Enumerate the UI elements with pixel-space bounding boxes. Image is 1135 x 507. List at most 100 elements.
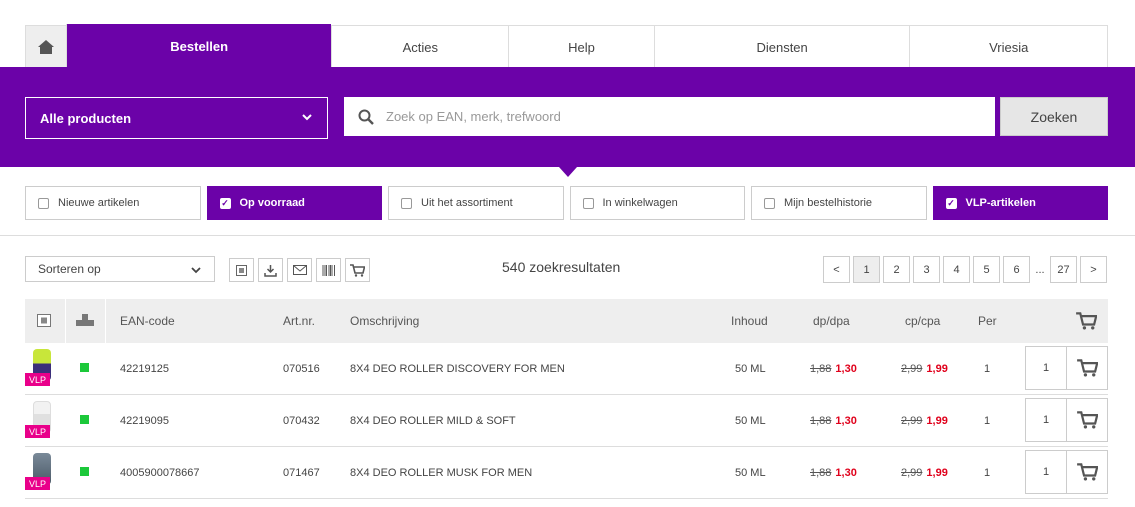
stock-indicator [80,363,89,372]
tab-acties[interactable]: Acties [331,26,509,68]
email-button[interactable] [287,258,312,282]
download-icon [264,264,277,277]
per-value: 1 [984,415,991,427]
checkbox-checked[interactable]: ✓ [219,197,231,209]
home-icon [37,40,54,54]
barcode-icon [322,264,335,276]
cp-price: 2,99 1,99 [901,363,948,375]
vlp-badge: VLP [25,373,50,386]
col-per[interactable]: Per [978,314,997,328]
checkbox[interactable] [38,197,49,209]
sort-select[interactable]: Sorteren op [25,256,215,282]
add-to-cart-button[interactable] [1066,346,1108,390]
image-toggle-button[interactable] [229,258,254,282]
table-row: VLP 42219125 070516 8X4 DEO ROLLER DISCO… [25,343,1108,395]
search-input[interactable] [386,109,966,124]
page-6[interactable]: 6 [1003,256,1030,283]
tab-help[interactable]: Help [508,26,654,68]
checkbox[interactable] [764,197,775,209]
dp-old-price: 1,88 [810,363,832,375]
page-5[interactable]: 5 [973,256,1000,283]
chevron-down-icon [191,267,201,274]
filter-label: VLP-artikelen [965,197,1036,209]
col-dp[interactable]: dp/dpa [813,314,850,328]
cart-icon [1076,359,1098,377]
filter-nieuwe-artikelen[interactable]: Nieuwe artikelen [25,186,201,220]
col-ean[interactable]: EAN-code [120,314,175,328]
ean-value: 42219095 [120,415,169,427]
col-omschrijving[interactable]: Omschrijving [350,314,419,328]
filter-vlp-artikelen[interactable]: ✓ VLP-artikelen [932,186,1108,220]
cp-old-price: 2,99 [901,467,923,479]
search-icon [358,109,374,125]
cp-new-price: 1,99 [926,415,948,427]
stock-indicator [80,415,89,424]
cart-icon [1076,463,1098,481]
per-value: 1 [984,467,991,479]
col-inhoud[interactable]: Inhoud [731,314,768,328]
filter-in-winkelwagen[interactable]: In winkelwagen [569,186,745,220]
main-nav-tabs: Bestellen Acties Help Diensten Vriesia [25,24,1108,68]
prev-page-button[interactable]: < [823,256,850,283]
quantity-input[interactable]: 1 [1025,398,1067,442]
cp-price: 2,99 1,99 [901,415,948,427]
page-last[interactable]: 27 [1050,256,1077,283]
next-page-button[interactable]: > [1080,256,1107,283]
results-count: 540 zoekresultaten [502,259,621,275]
product-description[interactable]: 8X4 DEO ROLLER MUSK FOR MEN [350,467,532,479]
cp-price: 2,99 1,99 [901,467,948,479]
artnr-value: 071467 [283,467,320,479]
tab-bestellen[interactable]: Bestellen [65,24,332,68]
page-4[interactable]: 4 [943,256,970,283]
section-divider [0,235,1135,236]
tab-diensten[interactable]: Diensten [653,26,910,68]
quantity-input[interactable]: 1 [1025,450,1067,494]
filter-label: Mijn bestelhistorie [784,197,873,209]
product-description[interactable]: 8X4 DEO ROLLER MILD & SOFT [350,415,516,427]
col-cp[interactable]: cp/cpa [905,314,940,328]
inhoud-value: 50 ML [735,415,766,427]
inhoud-value: 50 ML [735,467,766,479]
tab-vriesia[interactable]: Vriesia [909,26,1108,68]
dp-new-price: 1,30 [835,415,857,427]
filter-uit-assortiment[interactable]: Uit het assortiment [388,186,564,220]
stock-column-icon [76,314,94,326]
vlp-badge: VLP [25,477,50,490]
cp-old-price: 2,99 [901,363,923,375]
cart-icon [1076,411,1098,429]
image-icon [236,264,247,276]
inhoud-value: 50 ML [735,363,766,375]
barcode-button[interactable] [316,258,341,282]
ean-value: 4005900078667 [120,467,200,479]
chevron-down-icon [302,114,312,121]
filter-op-voorraad[interactable]: ✓ Op voorraad [206,186,382,220]
column-separator [65,299,66,343]
checkbox[interactable] [582,197,594,209]
category-select[interactable]: Alle producten [25,97,328,139]
home-tab[interactable] [26,26,66,68]
col-artnr[interactable]: Art.nr. [283,314,315,328]
active-tab-notch [559,167,577,177]
checkbox[interactable] [401,197,412,209]
page-ellipsis: ... [1035,263,1045,276]
stock-indicator [80,467,89,476]
page-2[interactable]: 2 [883,256,910,283]
table-header: EAN-code Art.nr. Omschrijving Inhoud dp/… [25,299,1108,343]
cart-column-icon [1076,312,1097,330]
page-3[interactable]: 3 [913,256,940,283]
add-to-cart-button[interactable] [1066,450,1108,494]
column-separator [105,299,106,343]
category-select-label: Alle producten [40,110,132,126]
cart-list-button[interactable] [345,258,370,282]
per-value: 1 [984,363,991,375]
product-description[interactable]: 8X4 DEO ROLLER DISCOVERY FOR MEN [350,363,565,375]
download-button[interactable] [258,258,283,282]
filter-bestelhistorie[interactable]: Mijn bestelhistorie [751,186,927,220]
page-1[interactable]: 1 [853,256,880,283]
add-to-cart-button[interactable] [1066,398,1108,442]
cp-new-price: 1,99 [926,363,948,375]
checkbox-checked[interactable]: ✓ [945,197,957,209]
search-bar: Alle producten Zoeken [0,67,1135,177]
search-button[interactable]: Zoeken [1000,97,1108,136]
quantity-input[interactable]: 1 [1025,346,1067,390]
